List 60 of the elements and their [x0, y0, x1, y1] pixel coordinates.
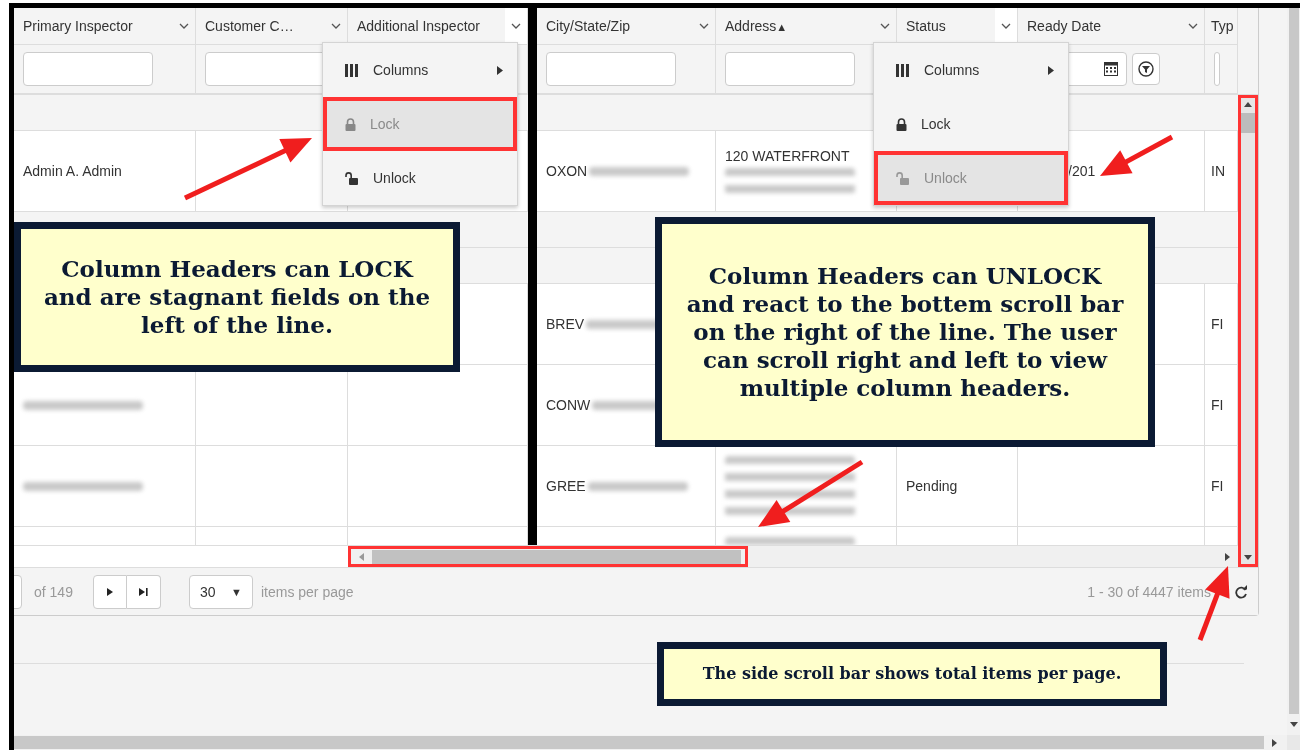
items-summary: 1 - 30 of 4447 items	[1087, 583, 1211, 600]
scroll-down-icon[interactable]	[1289, 722, 1298, 727]
calendar-icon[interactable]	[1104, 62, 1118, 76]
chevron-down-icon[interactable]	[880, 23, 890, 29]
last-page-button[interactable]	[126, 574, 161, 609]
unlock-icon	[896, 171, 910, 185]
page-size-dropdown[interactable]: 30 ▼	[188, 574, 253, 609]
table-cell: /201	[1068, 163, 1096, 179]
callout-note: Column Headers can UNLOCK and react to the bottem scroll bar on the right of the line. The user can scroll right and left to view multiple column headers.	[655, 217, 1155, 447]
unlock-icon	[345, 171, 359, 185]
table-cell: Admin A. Admin	[23, 163, 122, 179]
column-header[interactable]: Primary Inspector	[14, 8, 196, 44]
page-count: of 149	[34, 583, 73, 600]
lock-icon	[896, 117, 907, 131]
table-cell: 120 WATERFRONT	[725, 148, 850, 164]
submenu-arrow-icon	[1048, 65, 1054, 75]
scroll-down-icon[interactable]	[1244, 555, 1252, 560]
scroll-thumb[interactable]	[1288, 8, 1299, 714]
scroll-right-icon[interactable]	[1272, 738, 1277, 747]
vertical-scrollbar[interactable]	[1238, 95, 1258, 567]
callout-note: The side scroll bar shows total items per page.	[657, 642, 1167, 706]
filter-button[interactable]	[1132, 53, 1160, 85]
column-header[interactable]: City/State/Zip	[537, 8, 716, 44]
scroll-thumb[interactable]	[372, 549, 741, 564]
filter-icon	[1138, 61, 1154, 77]
table-cell: IN	[1211, 163, 1225, 179]
filter-field[interactable]	[1214, 52, 1220, 86]
page-size-label: items per page	[260, 583, 354, 600]
table-cell: GREE	[546, 478, 586, 494]
chevron-down-icon[interactable]	[1188, 23, 1198, 29]
table-cell: FI	[1211, 397, 1224, 413]
table-cell: BREV	[546, 316, 585, 332]
filter-field[interactable]	[546, 52, 676, 86]
submenu-arrow-icon	[497, 65, 503, 75]
lock-icon	[345, 117, 356, 131]
callout-note: Column Headers can LOCK and are stagnant fields on the left of the line.	[14, 222, 460, 372]
table-cell: FI	[1211, 478, 1224, 494]
columns-icon	[345, 63, 359, 77]
play-icon	[106, 587, 113, 596]
table-cell: OXON	[546, 163, 588, 179]
filter-field[interactable]	[725, 52, 855, 86]
skip-end-icon	[138, 587, 148, 596]
chevron-down-icon[interactable]	[331, 23, 341, 29]
refresh-icon[interactable]	[1235, 584, 1248, 599]
column-header[interactable]: Ready Date	[1018, 8, 1205, 44]
scroll-left-icon[interactable]	[359, 552, 364, 561]
filter-field[interactable]	[23, 52, 153, 86]
chevron-down-icon[interactable]	[511, 23, 521, 29]
scroll-up-icon[interactable]	[1244, 102, 1252, 107]
chevron-down-icon[interactable]	[1001, 23, 1011, 29]
page-vertical-scrollbar[interactable]	[1287, 8, 1300, 735]
table-cell: CONW	[546, 397, 591, 413]
horizontal-scrollbar[interactable]	[348, 546, 748, 567]
columns-icon	[896, 63, 910, 77]
scroll-thumb[interactable]	[1241, 113, 1255, 133]
chevron-down-icon[interactable]	[179, 23, 189, 29]
scroll-right-icon[interactable]	[1225, 552, 1230, 561]
table-cell: FI	[1211, 316, 1224, 332]
chevron-down-icon[interactable]	[699, 23, 709, 29]
table-cell: Pending	[906, 478, 958, 494]
